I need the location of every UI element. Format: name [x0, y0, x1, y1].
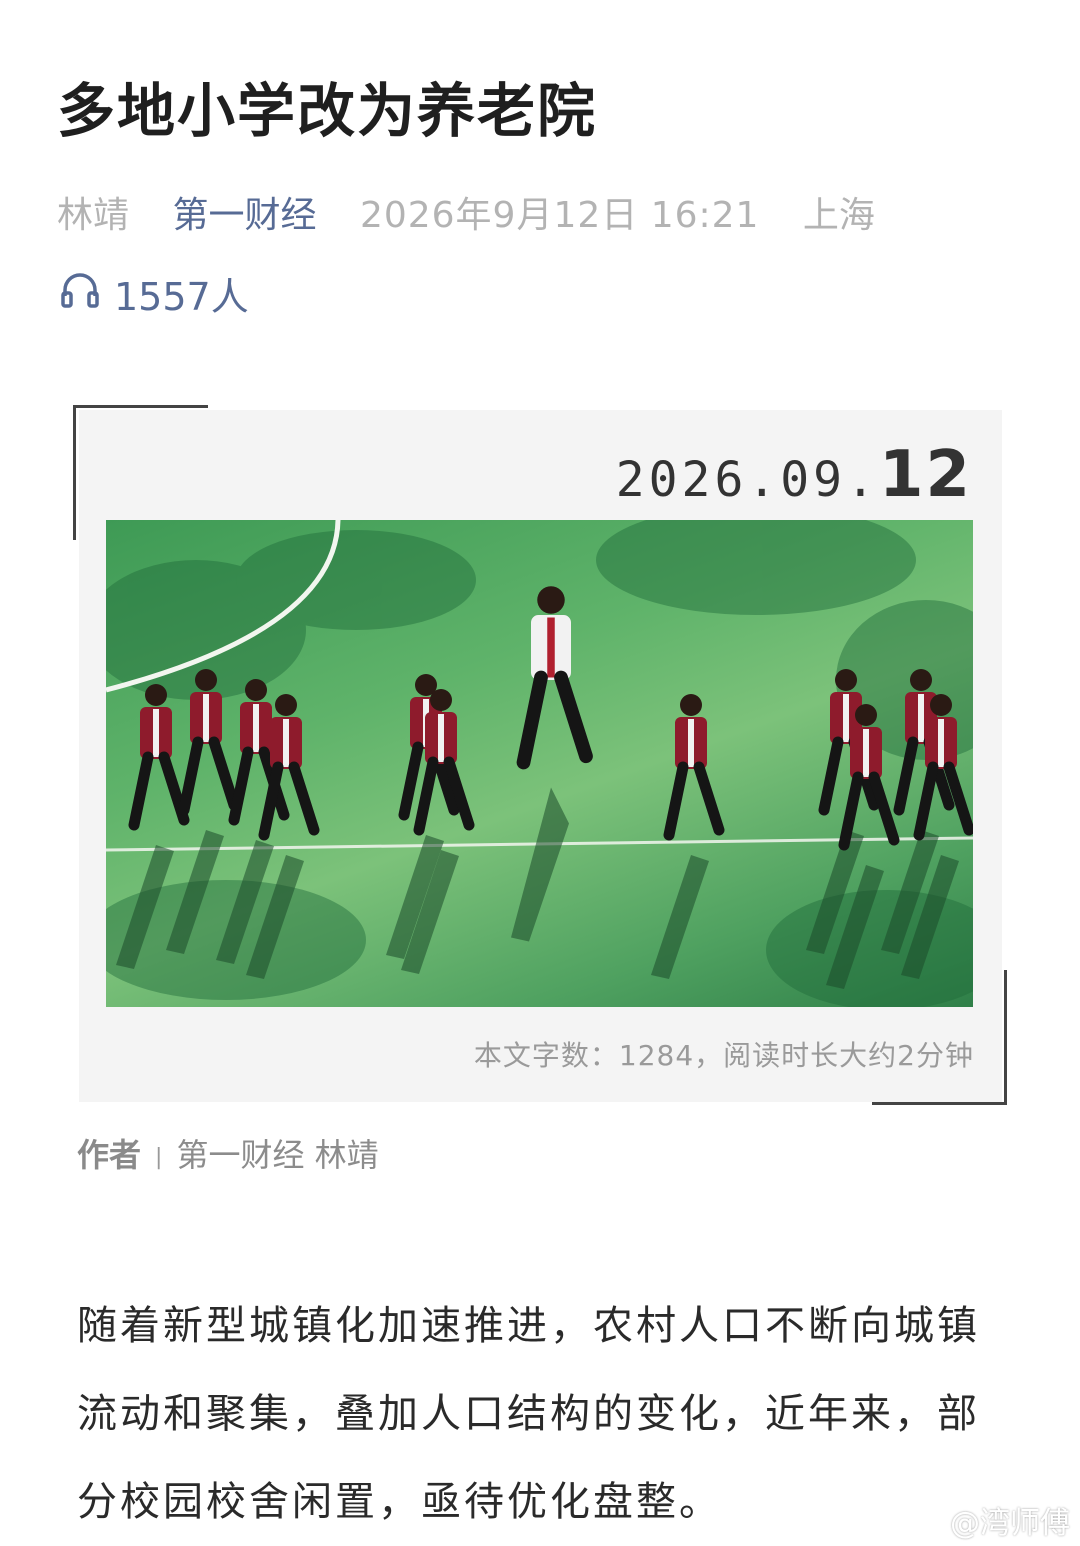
byline: 作者 | 第一财经 林靖 [77, 1130, 379, 1176]
article-meta: 林靖 第一财经 2026年9月12日 16:21 上海 [57, 186, 875, 238]
cover-photo-illustration [106, 520, 973, 1007]
card-date-day: 12 [878, 438, 972, 512]
author-name[interactable]: 林靖 [57, 195, 129, 236]
corner-decoration [73, 405, 208, 408]
cover-photo[interactable] [106, 520, 973, 1007]
corner-decoration [1004, 970, 1007, 1105]
publish-location: 上海 [802, 195, 875, 236]
runner-figure [651, 694, 725, 979]
card-date: 2026.09.12 [616, 438, 972, 512]
listener-count: 1557人 [114, 275, 249, 319]
watermark: @湾师傅 [910, 1498, 1070, 1542]
corner-decoration [872, 1102, 1007, 1105]
word-count: 本文字数：1284，阅读时长大约2分钟 [473, 1039, 974, 1072]
byline-separator: | [155, 1144, 163, 1170]
article-title: 多地小学改为养老院 [57, 77, 598, 145]
card-date-prefix: 2026.09. [615, 452, 879, 508]
weibo-icon [910, 1502, 950, 1538]
headphones-icon [60, 270, 114, 317]
byline-text: 第一财经 林靖 [176, 1136, 379, 1174]
source-link[interactable]: 第一财经 [172, 195, 316, 236]
watermark-text: @湾师傅 [950, 1506, 1070, 1541]
article-paragraph: 随着新型城镇化加速推进，农村人口不断向城镇流动和聚集，叠加人口结构的变化，近年来… [77, 1303, 980, 1525]
byline-label: 作者 [77, 1136, 142, 1174]
publish-datetime: 2026年9月12日 16:21 [359, 195, 760, 236]
runner-figure [511, 586, 593, 942]
corner-decoration [73, 405, 76, 540]
listen-button[interactable]: 1557人 [60, 266, 249, 321]
